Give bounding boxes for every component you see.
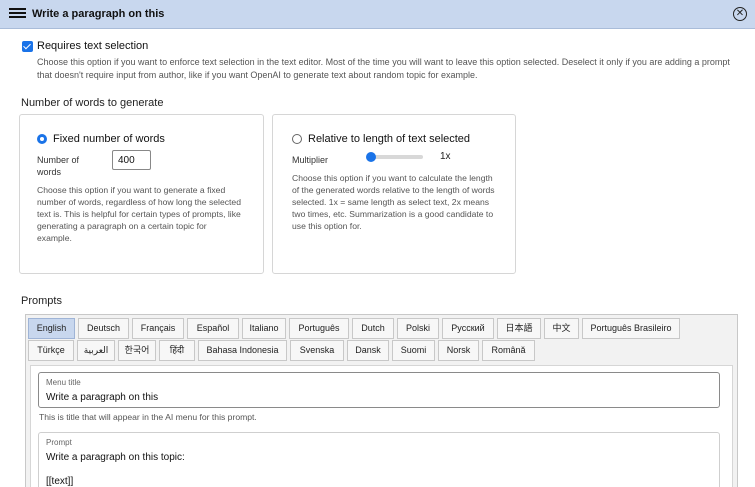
fixed-words-card: Fixed number of words Number of words 40… <box>19 114 264 274</box>
tab-suomi[interactable]: Suomi <box>392 340 435 361</box>
close-icon[interactable]: ✕ <box>733 7 747 21</box>
menu-title-field[interactable]: Menu title Write a paragraph on this <box>38 372 720 408</box>
prompts-heading: Prompts <box>21 295 62 307</box>
dialog-titlebar: Write a paragraph on this ✕ <box>0 0 755 29</box>
number-of-words-label: Number of words <box>37 155 80 177</box>
requires-selection-row[interactable]: Requires text selection <box>22 40 148 52</box>
fixed-words-option[interactable]: Fixed number of words <box>37 133 165 145</box>
multiplier-slider-thumb[interactable] <box>366 152 376 162</box>
prompt-label: Prompt <box>46 438 72 447</box>
tab-norsk[interactable]: Norsk <box>438 340 479 361</box>
multiplier-label: Multiplier <box>292 155 329 165</box>
prompt-line-1[interactable]: Write a paragraph on this topic: <box>46 452 185 463</box>
tab-polski[interactable]: Polski <box>397 318 439 339</box>
requires-selection-description: Choose this option if you want to enforc… <box>37 57 730 80</box>
tab-russian[interactable]: Русский <box>442 318 494 339</box>
requires-selection-label: Requires text selection <box>37 40 149 52</box>
multiplier-value: 1x <box>440 151 451 162</box>
dialog-title: Write a paragraph on this <box>32 8 165 20</box>
relative-words-description: Choose this option if you want to calcul… <box>292 173 495 231</box>
tab-english[interactable]: English <box>28 318 75 339</box>
prompt-field[interactable]: Prompt Write a paragraph on this topic: … <box>38 432 720 487</box>
tab-francais[interactable]: Français <box>132 318 184 339</box>
menu-title-help: This is title that will appear in the AI… <box>39 412 257 422</box>
menu-title-label: Menu title <box>46 378 81 387</box>
fixed-words-description: Choose this option if you want to genera… <box>37 185 241 243</box>
fixed-words-label: Fixed number of words <box>53 133 165 145</box>
multiplier-slider-track[interactable] <box>370 155 423 159</box>
relative-words-option[interactable]: Relative to length of text selected <box>292 133 470 145</box>
fixed-words-radio[interactable] <box>37 134 47 144</box>
relative-words-label: Relative to length of text selected <box>308 133 471 145</box>
relative-words-radio[interactable] <box>292 134 302 144</box>
tab-deutsch[interactable]: Deutsch <box>78 318 129 339</box>
tab-arabic[interactable]: العربية <box>77 340 115 361</box>
tab-svenska[interactable]: Svenska <box>290 340 344 361</box>
hamburger-menu-icon[interactable] <box>9 8 26 21</box>
tab-espanol[interactable]: Español <box>187 318 239 339</box>
number-of-words-input[interactable]: 400 <box>112 150 151 170</box>
tab-chinese[interactable]: 中文 <box>544 318 579 339</box>
tab-bahasa-indonesia[interactable]: Bahasa Indonesia <box>198 340 287 361</box>
words-section-heading: Number of words to generate <box>21 97 164 109</box>
tab-romana[interactable]: Română <box>482 340 535 361</box>
prompt-line-2[interactable]: [[text]] <box>46 476 73 487</box>
relative-words-card: Relative to length of text selected Mult… <box>272 114 516 274</box>
requires-selection-checkbox[interactable] <box>22 40 33 52</box>
tab-japanese[interactable]: 日本語 <box>497 318 541 339</box>
tab-italiano[interactable]: Italiano <box>242 318 286 339</box>
tab-dansk[interactable]: Dansk <box>347 340 389 361</box>
tab-dutch[interactable]: Dutch <box>352 318 394 339</box>
tab-hindi[interactable]: हिंदी <box>159 340 195 361</box>
tab-portugues[interactable]: Português <box>289 318 349 339</box>
tab-turkish[interactable]: Türkçe <box>28 340 74 361</box>
tab-portugues-brasileiro[interactable]: Português Brasileiro <box>582 318 680 339</box>
tab-korean[interactable]: 한국어 <box>118 340 156 361</box>
menu-title-value[interactable]: Write a paragraph on this <box>46 392 158 403</box>
